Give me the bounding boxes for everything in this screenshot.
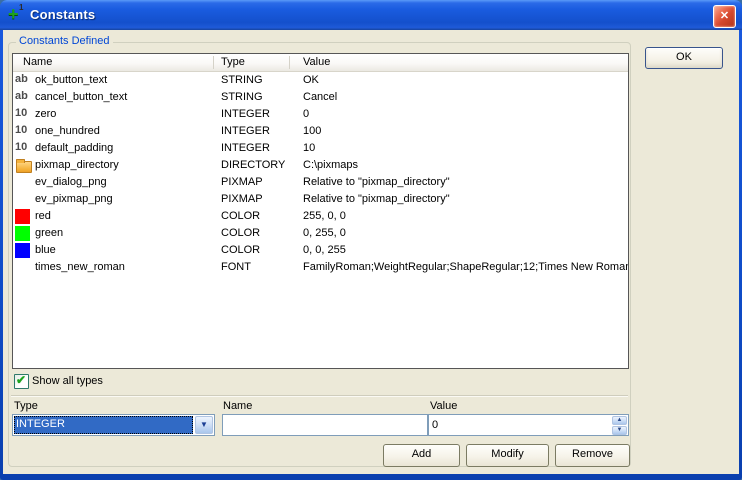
list-row[interactable]: ab cancel_button_text STRING Cancel (13, 89, 628, 106)
cell-value: 10 (303, 142, 315, 154)
list-row[interactable]: ev_pixmap_png PIXMAP Relative to "pixmap_d… (13, 191, 628, 208)
cell-type: COLOR (221, 210, 260, 222)
cell-value: Cancel (303, 91, 337, 103)
cell-type: FONT (221, 261, 251, 273)
list-row[interactable]: ab ok_button_text STRING OK (13, 72, 628, 89)
value-input[interactable] (429, 416, 611, 434)
cell-type: PIXMAP (221, 193, 263, 205)
cell-value: FamilyRoman;WeightRegular;ShapeRegular;1… (303, 261, 628, 273)
cell-type: STRING (221, 91, 263, 103)
cell-name: default_padding (35, 142, 113, 154)
cell-value: 100 (303, 125, 321, 137)
list-row[interactable]: 10 default_padding INTEGER 10 (13, 140, 628, 157)
cell-name: ev_pixmap_png (35, 193, 113, 205)
value-label: Value (430, 400, 457, 412)
spin-up-icon[interactable]: ▲ (612, 416, 627, 425)
color-swatch-icon (15, 243, 30, 258)
cell-value: Relative to "pixmap_directory" (303, 193, 450, 205)
column-header-type[interactable]: Type (221, 56, 245, 68)
cell-name: blue (35, 244, 56, 256)
integer-icon: 10 (15, 141, 27, 153)
list-row[interactable]: ev_dialog_png PIXMAP Relative to "pixmap_d… (13, 174, 628, 191)
checkbox-label[interactable]: Show all types (32, 375, 103, 387)
cell-name: zero (35, 108, 56, 120)
cell-type: INTEGER (221, 142, 270, 154)
spinner-buttons: ▲ ▼ (612, 416, 627, 434)
cell-value: Relative to "pixmap_directory" (303, 176, 450, 188)
column-header-value[interactable]: Value (303, 56, 330, 68)
type-combobox-selected[interactable]: INTEGER (14, 416, 193, 434)
name-input[interactable] (222, 414, 428, 436)
type-combobox[interactable]: INTEGER ▼ (12, 414, 215, 436)
integer-icon: 10 (15, 124, 27, 136)
cell-type: INTEGER (221, 108, 270, 120)
cell-name: ok_button_text (35, 74, 107, 86)
check-icon: ✔ (16, 373, 26, 387)
list-row[interactable]: blue COLOR 0, 0, 255 (13, 242, 628, 259)
list-header[interactable]: Name Type Value (13, 54, 628, 72)
cell-value: 0, 255, 0 (303, 227, 346, 239)
integer-icon: 10 (15, 107, 27, 119)
groupbox-title: Constants Defined (16, 35, 113, 47)
list-row[interactable]: green COLOR 0, 255, 0 (13, 225, 628, 242)
type-label: Type (14, 400, 38, 412)
ok-button[interactable]: OK (645, 47, 723, 69)
cell-name: times_new_roman (35, 261, 125, 273)
cell-type: PIXMAP (221, 176, 263, 188)
cell-name: ev_dialog_png (35, 176, 107, 188)
constants-dialog: + 1 Constants ✕ Constants Defined Name T… (0, 0, 742, 480)
cell-name: pixmap_directory (35, 159, 119, 171)
list-row[interactable]: pixmap_directory DIRECTORY C:\pixmaps (13, 157, 628, 174)
cell-type: DIRECTORY (221, 159, 285, 171)
folder-icon (16, 161, 32, 173)
column-header-name[interactable]: Name (23, 56, 52, 68)
color-swatch-icon (15, 226, 30, 241)
cell-value: 0, 0, 255 (303, 244, 346, 256)
cell-name: green (35, 227, 63, 239)
list-row[interactable]: 10 zero INTEGER 0 (13, 106, 628, 123)
cell-type: COLOR (221, 227, 260, 239)
dialog-client-area: Constants Defined Name Type Value ab ok_b… (3, 30, 739, 474)
cell-name: red (35, 210, 51, 222)
column-separator (289, 56, 290, 69)
value-spinbox[interactable]: ▲ ▼ (428, 414, 629, 436)
cell-value: 0 (303, 108, 309, 120)
list-rows: ab ok_button_text STRING OK ab cancel_button_… (13, 72, 628, 368)
string-icon: ab (15, 90, 28, 102)
cell-type: INTEGER (221, 125, 270, 137)
cell-name: one_hundred (35, 125, 100, 137)
cell-name: cancel_button_text (35, 91, 127, 103)
color-swatch-icon (15, 209, 30, 224)
cell-value: OK (303, 74, 319, 86)
list-row[interactable]: 10 one_hundred INTEGER 100 (13, 123, 628, 140)
name-label: Name (223, 400, 252, 412)
spin-down-icon[interactable]: ▼ (612, 426, 627, 435)
chevron-down-icon[interactable]: ▼ (195, 416, 213, 434)
cell-type: COLOR (221, 244, 260, 256)
cell-value: 255, 0, 0 (303, 210, 346, 222)
horizontal-divider (11, 395, 628, 396)
add-button[interactable]: Add (383, 444, 460, 467)
string-icon: ab (15, 73, 28, 85)
cell-type: STRING (221, 74, 263, 86)
checkbox-box-icon[interactable]: ✔ (14, 374, 29, 389)
remove-button[interactable]: Remove (555, 444, 630, 467)
constants-list[interactable]: Name Type Value ab ok_button_text STRING OK… (12, 53, 629, 369)
cell-value: C:\pixmaps (303, 159, 358, 171)
list-row[interactable]: red COLOR 255, 0, 0 (13, 208, 628, 225)
modify-button[interactable]: Modify (466, 444, 549, 467)
column-separator (213, 56, 214, 69)
list-row[interactable]: times_new_roman FONT FamilyRoman;WeightReg… (13, 259, 628, 276)
